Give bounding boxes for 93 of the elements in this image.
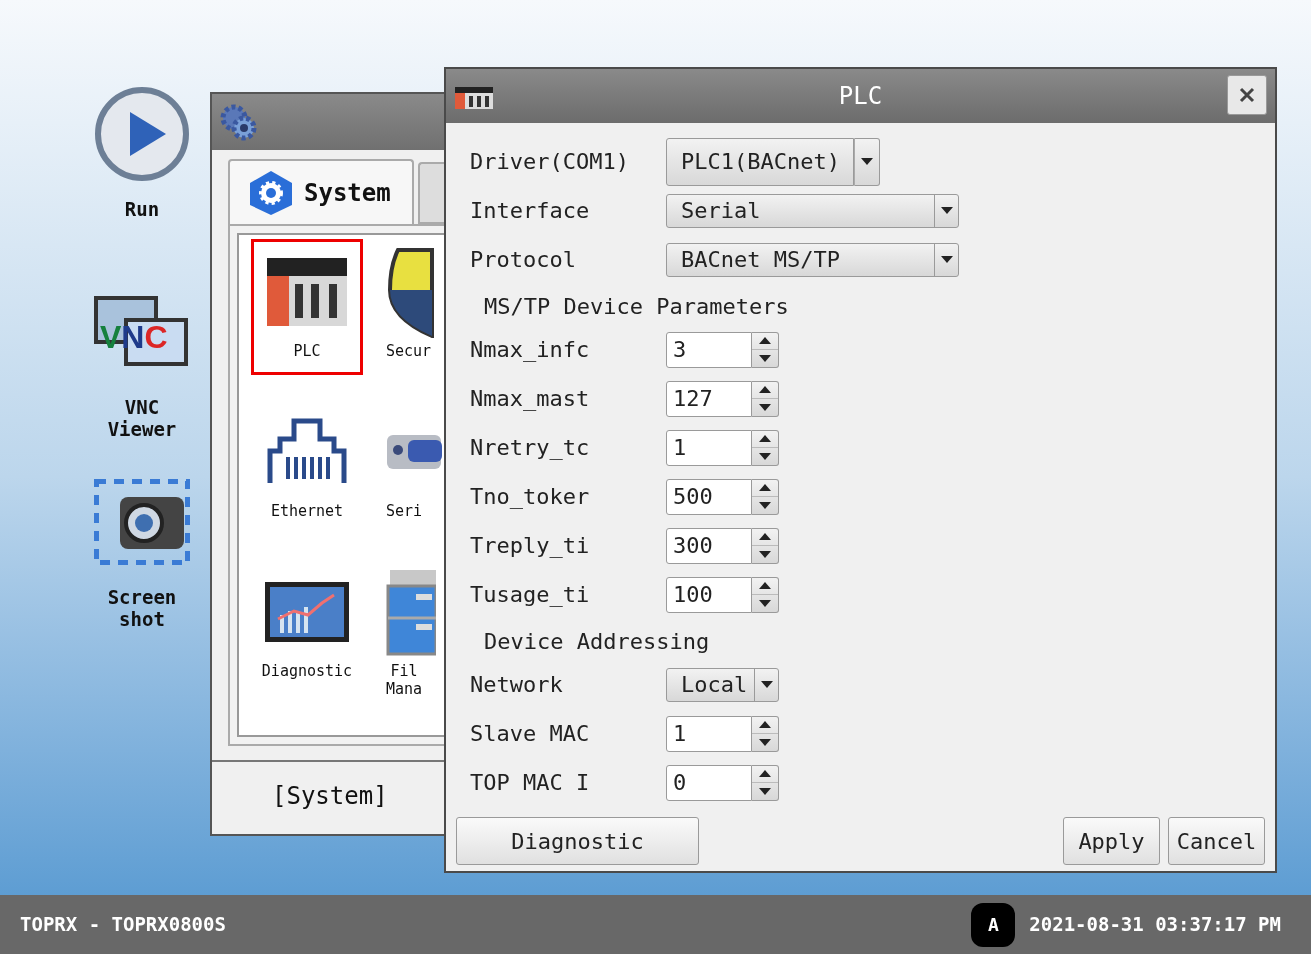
system-item[interactable]: PLC bbox=[251, 239, 363, 375]
arrow-up-icon bbox=[759, 337, 771, 345]
arrow-down-icon bbox=[759, 787, 771, 795]
dropdown[interactable]: Serial bbox=[666, 193, 959, 228]
field-label: Driver(COM1) bbox=[469, 148, 630, 176]
number-field[interactable]: 3 bbox=[666, 331, 752, 368]
caret-icon bbox=[861, 158, 873, 165]
system-item-label: Secur bbox=[386, 342, 432, 360]
field-label: Treply_ti bbox=[469, 532, 591, 560]
stepper-button[interactable] bbox=[752, 478, 779, 515]
number-field[interactable]: 300 bbox=[666, 527, 752, 564]
caret-icon bbox=[940, 207, 953, 214]
number-field[interactable]: 1 bbox=[666, 429, 752, 466]
stepper-button[interactable] bbox=[752, 331, 779, 368]
plc-rack-icon bbox=[455, 87, 493, 109]
arrow-down-icon bbox=[759, 354, 771, 362]
dropdown[interactable]: BACnet MS/TP bbox=[666, 242, 959, 277]
section-heading: MS/TP Device Parameters bbox=[484, 293, 789, 321]
field-label: Protocol bbox=[469, 246, 577, 274]
stepper-button[interactable] bbox=[752, 527, 779, 564]
arrow-up-icon bbox=[759, 435, 771, 443]
system-item[interactable]: Fil Mana bbox=[383, 559, 448, 695]
shield-icon bbox=[386, 246, 434, 338]
arrow-up-icon bbox=[759, 484, 771, 492]
arrow-down-icon bbox=[759, 550, 771, 558]
arrow-down-icon bbox=[759, 738, 771, 746]
field-label: Interface bbox=[469, 197, 591, 225]
field-label: Nretry_tc bbox=[469, 434, 591, 462]
field-label: Tno_toker bbox=[469, 483, 591, 511]
field-label: Nmax_mast bbox=[469, 385, 591, 413]
dropdown[interactable]: Local bbox=[666, 667, 779, 702]
arrow-down-icon bbox=[759, 501, 771, 509]
gear-icon bbox=[248, 168, 294, 217]
stepper-button[interactable] bbox=[752, 715, 779, 752]
arrow-up-icon bbox=[759, 721, 771, 729]
stepper-button[interactable] bbox=[752, 429, 779, 466]
system-item[interactable]: Seri bbox=[383, 399, 448, 535]
stepper-button[interactable] bbox=[752, 764, 779, 801]
system-item-label: Ethernet bbox=[270, 502, 344, 520]
file-cabinet-icon bbox=[386, 568, 436, 656]
arrow-up-icon bbox=[759, 770, 771, 778]
serial-port-icon bbox=[386, 434, 442, 470]
desktop-icon-label[interactable]: Run bbox=[124, 198, 160, 220]
close-icon bbox=[1238, 86, 1256, 104]
camera-icon bbox=[94, 479, 190, 565]
system-item-label: Diagnostic bbox=[261, 662, 353, 680]
dropdown[interactable]: PLC1(BACnet) bbox=[666, 137, 854, 186]
arrow-up-icon bbox=[759, 533, 771, 541]
number-field[interactable]: 100 bbox=[666, 576, 752, 613]
chart-monitor-icon bbox=[264, 581, 350, 643]
apply-button[interactable]: Apply bbox=[1063, 817, 1160, 865]
cancel-button[interactable]: Cancel bbox=[1168, 817, 1265, 865]
caret-icon bbox=[940, 256, 953, 263]
stepper-button[interactable] bbox=[752, 380, 779, 417]
arrow-up-icon bbox=[759, 386, 771, 394]
field-label: Slave MAC bbox=[469, 720, 591, 748]
plc-rack-icon bbox=[265, 256, 349, 328]
arrow-down-icon bbox=[759, 403, 771, 411]
field-label: Nmax_infc bbox=[469, 336, 591, 364]
number-field[interactable]: 500 bbox=[666, 478, 752, 515]
stepper-button[interactable] bbox=[752, 576, 779, 613]
system-item[interactable]: Secur bbox=[383, 239, 448, 375]
diagnostic-button[interactable]: Diagnostic bbox=[456, 817, 699, 865]
system-item-label: Fil Mana bbox=[386, 662, 423, 698]
system-item-label: Seri bbox=[386, 502, 423, 520]
play-icon bbox=[94, 86, 190, 182]
system-footer-label: [System] bbox=[272, 782, 388, 810]
field-label: TOP MAC I bbox=[469, 769, 591, 797]
dropdown-arrow-button[interactable] bbox=[854, 137, 880, 186]
section-heading: Device Addressing bbox=[484, 628, 710, 656]
system-item[interactable]: Diagnostic bbox=[251, 559, 363, 695]
system-tab[interactable]: System bbox=[228, 159, 415, 224]
arrow-down-icon bbox=[759, 599, 771, 607]
number-field[interactable]: 127 bbox=[666, 380, 752, 417]
gear-icon bbox=[218, 102, 258, 142]
mode-badge: A bbox=[971, 902, 1016, 947]
vnc-icon bbox=[94, 296, 190, 368]
desktop-icon-label[interactable]: Screen shot bbox=[107, 586, 177, 630]
desktop-icon-label[interactable]: VNC Viewer bbox=[107, 396, 177, 440]
date-time: 2021-08-31 03:37:17 PM bbox=[1029, 912, 1281, 938]
field-label: Tusage_ti bbox=[469, 581, 591, 609]
caret-icon bbox=[760, 681, 773, 688]
dialog-title: PLC bbox=[838, 81, 883, 112]
field-label: Network bbox=[469, 671, 564, 699]
arrow-down-icon bbox=[759, 452, 771, 460]
number-field[interactable]: 0 bbox=[666, 764, 752, 801]
arrow-up-icon bbox=[759, 582, 771, 590]
system-item-label: PLC bbox=[293, 342, 321, 360]
close-button[interactable] bbox=[1227, 75, 1267, 115]
number-field[interactable]: 1 bbox=[666, 715, 752, 752]
logo-letter: C bbox=[144, 320, 168, 354]
device-name: TOPRX - TOPRX0800S bbox=[20, 912, 226, 938]
system-item[interactable]: Ethernet bbox=[251, 399, 363, 535]
